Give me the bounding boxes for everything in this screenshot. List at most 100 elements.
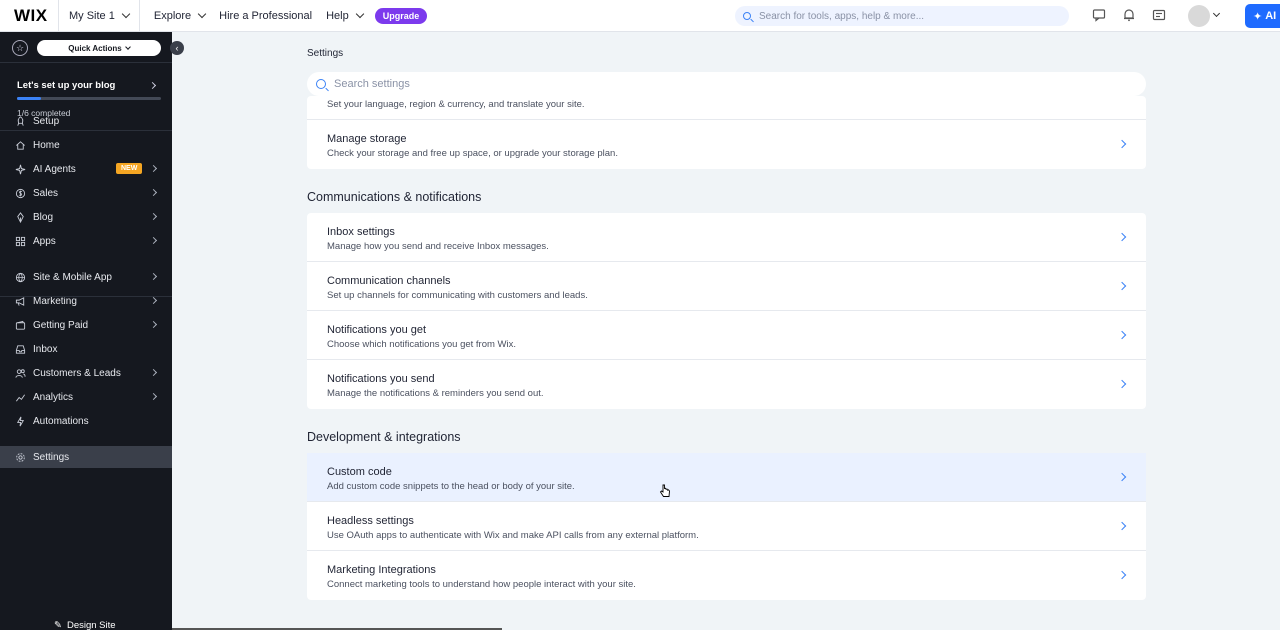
- main-content: Settings Search settings Set your langua…: [172, 32, 1280, 630]
- sidebar-item-home[interactable]: Home: [0, 134, 172, 156]
- settings-search-placeholder: Search settings: [334, 78, 410, 90]
- section-title-communications: Communications & notifications: [307, 190, 482, 204]
- nav-explore-label: Explore: [153, 9, 192, 22]
- sidebar-item-label: Marketing: [33, 295, 77, 307]
- rocket-icon: [14, 115, 26, 127]
- inbox-icon: [14, 343, 26, 355]
- row-desc: Connect marketing tools to understand ho…: [327, 579, 636, 590]
- nav-hire-label: Hire a Professional: [219, 9, 313, 22]
- wallet-icon: [14, 319, 26, 331]
- settings-row-marketing-integrations[interactable]: Marketing Integrations Connect marketing …: [307, 551, 1146, 600]
- apps-icon: [14, 235, 26, 247]
- page-title: Settings: [307, 48, 344, 59]
- sidebar-item-ai-agents[interactable]: AI Agents NEW: [0, 158, 172, 180]
- design-site-button[interactable]: ✎ Design Site: [54, 620, 116, 630]
- row-desc: Set your language, region & currency, an…: [327, 99, 585, 110]
- globe-icon: [14, 271, 26, 283]
- sidebar-item-label: Getting Paid: [33, 319, 89, 331]
- nav-help-label: Help: [326, 9, 349, 22]
- chevron-right-icon: [1117, 330, 1127, 340]
- chevron-down-icon[interactable]: [1212, 9, 1221, 18]
- people-icon: [14, 367, 26, 379]
- chevron-right-icon: [1117, 521, 1127, 531]
- chat-icon[interactable]: [1092, 8, 1106, 22]
- settings-row-notifications-you-send[interactable]: Notifications you send Manage the notific…: [307, 360, 1146, 409]
- chart-icon: [14, 391, 26, 403]
- row-title: Headless settings: [327, 515, 414, 527]
- sidebar-item-automations[interactable]: Automations: [0, 410, 172, 432]
- settings-search-input[interactable]: Search settings: [307, 72, 1146, 96]
- sidebar-item-site-mobile-app[interactable]: Site & Mobile App: [0, 266, 172, 288]
- setup-progress-bar: [17, 97, 161, 100]
- chevron-right-icon[interactable]: [148, 81, 157, 90]
- ai-assistant-button[interactable]: ✦ AI: [1245, 4, 1280, 28]
- sidebar-item-blog[interactable]: Blog: [0, 206, 172, 228]
- sidebar-item-getting-paid[interactable]: Getting Paid: [0, 314, 172, 336]
- settings-row-language[interactable]: Set your language, region & currency, an…: [307, 96, 1146, 120]
- chevron-right-icon: [149, 296, 158, 305]
- sidebar-item-sales[interactable]: Sales: [0, 182, 172, 204]
- chevron-down-icon: [197, 9, 207, 19]
- search-icon: [743, 12, 751, 20]
- nav-help[interactable]: Help: [326, 9, 364, 22]
- settings-panel-development: Custom code Add custom code snippets to t…: [307, 453, 1146, 600]
- sidebar: ☆ Quick Actions Let's set up your blog 1…: [0, 32, 172, 630]
- chevron-right-icon: [1117, 281, 1127, 291]
- chevron-right-icon: [149, 272, 158, 281]
- dollar-icon: [14, 187, 26, 199]
- chevron-down-icon: [121, 9, 131, 19]
- sparkle-icon: ✦: [1253, 10, 1263, 23]
- dashboard-icon[interactable]: [1152, 8, 1166, 22]
- chevron-right-icon: [1117, 379, 1127, 389]
- chevron-right-icon: [1117, 139, 1127, 149]
- sidebar-item-label: Setup: [33, 115, 60, 127]
- row-title: Custom code: [327, 466, 392, 478]
- star-icon[interactable]: ☆: [12, 40, 28, 56]
- settings-row-custom-code[interactable]: Custom code Add custom code snippets to t…: [307, 453, 1146, 502]
- row-desc: Manage the notifications & reminders you…: [327, 388, 544, 399]
- sidebar-item-settings[interactable]: Settings: [0, 446, 172, 468]
- sidebar-item-customers-leads[interactable]: Customers & Leads: [0, 362, 172, 384]
- wix-logo[interactable]: WIX: [14, 6, 54, 26]
- avatar[interactable]: [1188, 5, 1210, 27]
- sidebar-item-label: Home: [33, 139, 60, 151]
- global-search-input[interactable]: Search for tools, apps, help & more...: [735, 6, 1069, 26]
- settings-row-headless-settings[interactable]: Headless settings Use OAuth apps to authe…: [307, 502, 1146, 551]
- sidebar-item-setup[interactable]: Setup: [0, 110, 172, 132]
- nav-explore[interactable]: Explore: [153, 9, 207, 22]
- search-icon: [316, 79, 326, 89]
- chevron-right-icon: [149, 212, 158, 221]
- top-bar: WIX My Site 1 Explore Hire a Professiona…: [0, 0, 1280, 32]
- home-icon: [14, 139, 26, 151]
- bell-icon[interactable]: [1122, 8, 1136, 22]
- quick-actions-button[interactable]: Quick Actions: [37, 40, 161, 56]
- sidebar-item-label: Apps: [33, 235, 56, 247]
- settings-row-manage-storage[interactable]: Manage storage Check your storage and fr…: [307, 120, 1146, 169]
- row-desc: Check your storage and free up space, or…: [327, 148, 618, 159]
- bolt-icon: [14, 415, 26, 427]
- sidebar-item-label: Sales: [33, 187, 59, 199]
- sidebar-divider: [0, 296, 172, 297]
- settings-panel-general: Set your language, region & currency, an…: [307, 96, 1146, 169]
- nav-hire-professional[interactable]: Hire a Professional: [219, 10, 312, 22]
- settings-row-inbox-settings[interactable]: Inbox settings Manage how you send and re…: [307, 213, 1146, 262]
- sidebar-item-marketing[interactable]: Marketing: [0, 290, 172, 312]
- sidebar-item-apps[interactable]: Apps: [0, 230, 172, 252]
- sidebar-item-label: Blog: [33, 211, 54, 223]
- chevron-right-icon: [149, 368, 158, 377]
- design-site-label: Design Site: [66, 620, 116, 630]
- row-desc: Add custom code snippets to the head or …: [327, 481, 575, 492]
- upgrade-button[interactable]: Upgrade: [374, 7, 428, 24]
- gear-icon: [14, 451, 26, 463]
- setup-progress-title[interactable]: Let's set up your blog: [17, 80, 115, 91]
- sidebar-item-label: Inbox: [33, 343, 58, 355]
- chevron-down-icon: [124, 44, 131, 50]
- settings-row-communication-channels[interactable]: Communication channels Set up channels fo…: [307, 262, 1146, 311]
- chevron-right-icon: [1117, 472, 1127, 482]
- site-selector[interactable]: My Site 1: [58, 0, 140, 32]
- sidebar-item-analytics[interactable]: Analytics: [0, 386, 172, 408]
- settings-row-notifications-you-get[interactable]: Notifications you get Choose which notifi…: [307, 311, 1146, 360]
- row-title: Marketing Integrations: [327, 564, 436, 576]
- pen-icon: [14, 211, 26, 223]
- sidebar-item-inbox[interactable]: Inbox: [0, 338, 172, 360]
